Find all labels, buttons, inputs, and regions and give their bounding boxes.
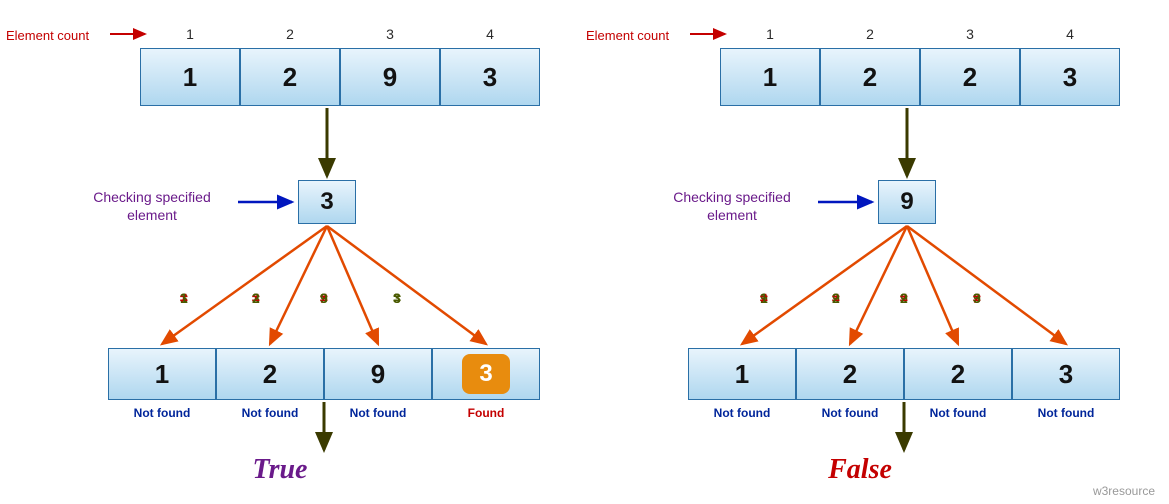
bottom-array: 1 2 9 3 [108, 348, 540, 400]
array-cell: 2 [904, 348, 1012, 400]
element-count-label: Element count [586, 28, 669, 43]
highlighted-cell: 3 [462, 354, 510, 394]
count-value: 2 [240, 26, 340, 42]
count-value: 2 [820, 26, 920, 42]
arrow-icon [270, 226, 327, 344]
arrow-icon [907, 226, 1066, 344]
array-cell: 1 [140, 48, 240, 106]
status-label: Not found [324, 406, 432, 420]
array-cell: 2 [216, 348, 324, 400]
array-cell: 2 [796, 348, 904, 400]
array-cell: 2 [240, 48, 340, 106]
array-cell: 2 [920, 48, 1020, 106]
status-label: Not found [108, 406, 216, 420]
count-value: 3 [920, 26, 1020, 42]
count-value: 3 [340, 26, 440, 42]
status-label: Not found [216, 406, 324, 420]
checking-label: Checking specified element [72, 188, 232, 224]
count-row: 1 2 3 4 [720, 26, 1120, 42]
top-array: 1 2 9 3 [140, 48, 540, 106]
array-cell: 3 [440, 48, 540, 106]
result-false: False [580, 454, 1140, 486]
array-cell: 3 [1020, 48, 1120, 106]
status-row: Not found Not found Not found Found [108, 406, 540, 420]
result-true: True [0, 454, 560, 486]
count-value: 4 [440, 26, 540, 42]
arrow-icon [327, 226, 378, 344]
count-row: 1 2 3 4 [140, 26, 540, 42]
array-cell: 3 [432, 348, 540, 400]
element-count-label: Element count [6, 28, 89, 43]
status-label: Found [432, 406, 540, 420]
status-label: Not found [796, 406, 904, 420]
arrow-icon [327, 226, 486, 344]
array-cell: 1 [688, 348, 796, 400]
arrow-icon [850, 226, 907, 344]
status-label: Not found [1012, 406, 1120, 420]
status-label: Not found [904, 406, 1012, 420]
array-cell: 1 [108, 348, 216, 400]
array-cell: 9 [324, 348, 432, 400]
arrow-icon [162, 226, 327, 344]
count-value: 1 [720, 26, 820, 42]
array-cell: 2 [820, 48, 920, 106]
arrow-icon [907, 226, 958, 344]
array-cell: 3 [1012, 348, 1120, 400]
status-row: Not found Not found Not found Not found [688, 406, 1120, 420]
diagram-left: Element count 1 2 3 4 1 2 9 3 Checking s… [0, 0, 560, 504]
status-label: Not found [688, 406, 796, 420]
checking-label: Checking specified element [652, 188, 812, 224]
array-cell: 9 [340, 48, 440, 106]
count-value: 1 [140, 26, 240, 42]
array-cell: 1 [720, 48, 820, 106]
diagram-right: Element count 1 2 3 4 1 2 2 3 Checking s… [580, 0, 1140, 504]
arrow-icon [742, 226, 907, 344]
specified-element: 3 [298, 180, 356, 224]
bottom-array: 1 2 2 3 [688, 348, 1120, 400]
top-array: 1 2 2 3 [720, 48, 1120, 106]
watermark: w3resource [1093, 484, 1155, 498]
count-value: 4 [1020, 26, 1120, 42]
specified-element: 9 [878, 180, 936, 224]
